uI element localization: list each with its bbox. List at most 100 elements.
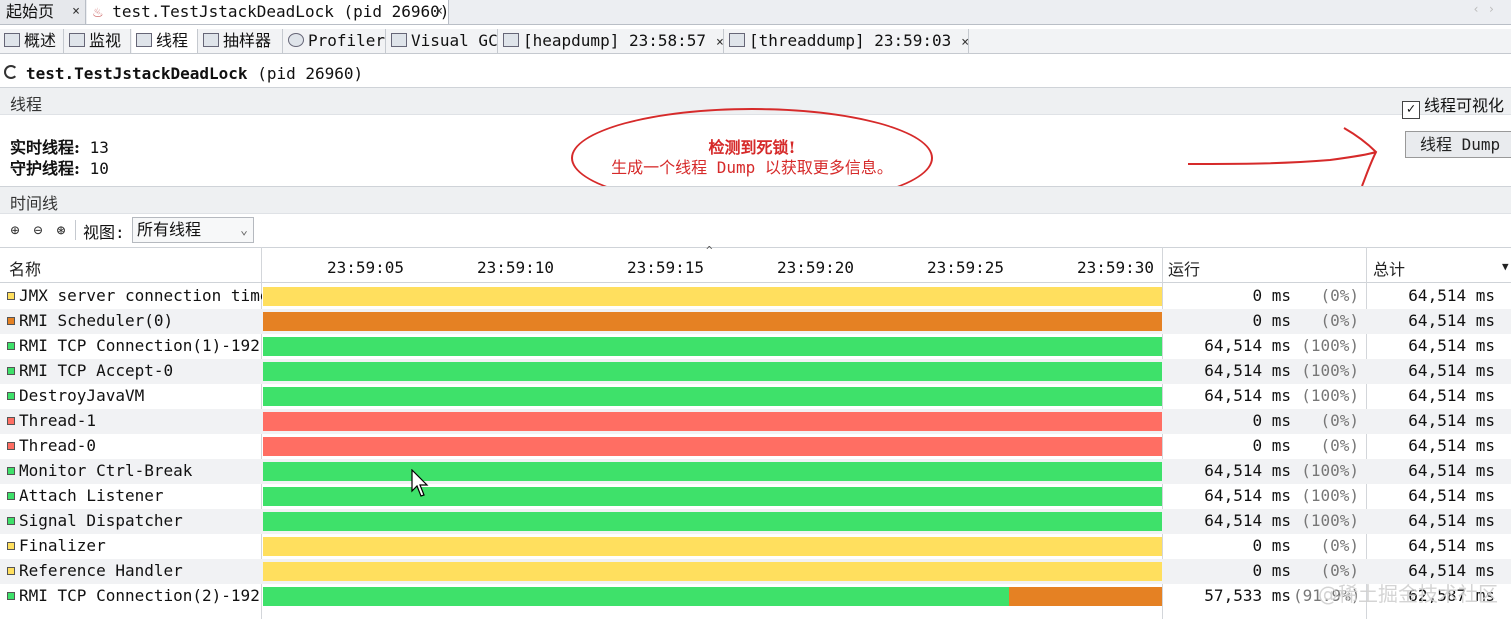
sort-caret-icon[interactable]: ^ [706,244,713,257]
thread-timeline-bar [263,412,1162,431]
page-title: test.TestJstackDeadLock (pid 26960) [4,63,363,85]
table-row[interactable]: Attach Listener 64,514 ms (100%) 64,514 ms [0,484,1511,509]
thread-timeline-bar [263,462,1162,481]
thread-running-time: 64,514 ms [1204,361,1291,380]
view-select[interactable]: 所有线程 ⌄ [132,217,254,243]
tab-threads[interactable]: 线程 [132,29,198,53]
thread-running-time: 57,533 ms [1204,586,1291,605]
thread-state-swatch [7,367,15,375]
process-name: test.TestJstackDeadLock [26,64,248,83]
tab-label: [threaddump] 23:59:03 [749,31,952,50]
table-row[interactable]: RMI TCP Connection(1)-192.168 64,514 ms (1… [0,334,1511,359]
close-icon[interactable]: × [961,35,969,50]
tab-heapdump[interactable]: [heapdump] 23:58:57 × [499,29,724,53]
thread-running-time: 64,514 ms [1204,386,1291,405]
section-title: 线程 [10,95,43,114]
column-header-name[interactable]: 名称 [9,256,41,280]
time-tick: 23:59:10 [477,258,555,277]
visualize-checkbox[interactable]: ✓ 线程可视化 [1402,92,1504,119]
thread-name: RMI TCP Connection(2)-192.168 [19,586,262,605]
table-row[interactable]: RMI TCP Accept-0 64,514 ms (100%) 64,514 ms [0,359,1511,384]
toolbar-divider [75,220,76,240]
thread-timeline-bar [263,437,1162,456]
table-row[interactable]: Signal Dispatcher 64,514 ms (100%) 64,514 m… [0,509,1511,534]
zoom-out-icon[interactable]: ⊖ [30,222,46,238]
timeline-segment [263,412,1162,431]
thread-running-percent: (100%) [1301,386,1359,405]
table-row[interactable]: Thread-0 0 ms (0%) 64,514 ms [0,434,1511,459]
java-icon: ♨ [93,2,103,21]
overview-icon [4,33,20,47]
tab-scroll-arrows-icon[interactable]: ‹› [1473,2,1503,16]
document-tab-bar: 起始页 × ♨ test.TestJstackDeadLock (pid 269… [0,0,1511,25]
thread-running-time: 0 ms [1252,411,1291,430]
thread-state-swatch [7,317,15,325]
thread-timeline-bar [263,287,1162,306]
close-icon[interactable]: × [72,0,80,24]
zoom-fit-icon[interactable]: ⊛ [53,222,69,238]
timeline-segment [263,312,1162,331]
thread-timeline-bar [263,562,1162,581]
thread-total-time: 64,514 ms [1408,461,1495,480]
thread-timeline-bar [263,312,1162,331]
time-tick: 23:59:20 [777,258,855,277]
monitor-icon [69,33,85,47]
tab-process[interactable]: ♨ test.TestJstackDeadLock (pid 26960) × [87,0,449,24]
table-row[interactable]: RMI Scheduler(0) 0 ms (0%) 64,514 ms [0,309,1511,334]
time-tick: 23:59:15 [627,258,705,277]
thread-name: Thread-0 [19,436,97,455]
table-row[interactable]: Finalizer 0 ms (0%) 64,514 ms [0,534,1511,559]
view-tab-bar: 概述 监视 线程 抽样器 Profiler Visual GC [heapdum… [0,29,1511,54]
timeline-segment [263,287,1162,306]
table-row[interactable]: Monitor Ctrl-Break 64,514 ms (100%) 64,514 … [0,459,1511,484]
timeline-segment [263,462,1162,481]
thread-running-percent: (0%) [1320,311,1359,330]
thread-total-time: 64,514 ms [1408,386,1495,405]
tab-overview[interactable]: 概述 [0,29,64,53]
tab-threaddump[interactable]: [threaddump] 23:59:03 × [725,29,969,53]
thread-total-time: 64,514 ms [1408,286,1495,305]
column-menu-icon[interactable]: ▼ [1502,260,1509,273]
daemon-threads-label: 守护线程: [10,159,80,178]
table-row[interactable]: Reference Handler 0 ms (0%) 64,514 ms [0,559,1511,584]
thread-state-swatch [7,292,15,300]
section-title: 时间线 [10,194,59,213]
thread-running-percent: (100%) [1301,361,1359,380]
close-icon[interactable]: × [716,35,724,50]
process-pid: (pid 26960) [257,64,364,83]
time-tick: 23:59:30 [1077,258,1155,277]
table-row[interactable]: JMX server connection timeout 0 ms (0%) 64,… [0,284,1511,309]
deadlock-message: 生成一个线程 Dump 以获取更多信息。 [611,158,893,177]
timeline-segment [1009,587,1162,606]
tab-visual-gc[interactable]: Visual GC [387,29,498,53]
thread-running-time: 64,514 ms [1204,461,1291,480]
tab-sampler[interactable]: 抽样器 [199,29,283,53]
table-header: 名称 23:59:05 23:59:10 23:59:15 23:59:20 2… [0,247,1511,283]
thread-state-swatch [7,417,15,425]
thread-name: Signal Dispatcher [19,511,183,530]
thread-state-swatch [7,442,15,450]
thread-timeline-bar [263,537,1162,556]
timeline-segment [263,562,1162,581]
timeline-segment [263,387,1162,406]
column-header-total[interactable]: 总计 [1373,256,1405,280]
table-row[interactable]: Thread-1 0 ms (0%) 64,514 ms [0,409,1511,434]
column-header-running[interactable]: 运行 [1168,256,1200,280]
thread-state-swatch [7,517,15,525]
tab-profiler[interactable]: Profiler [284,29,386,53]
tab-label: 起始页 [6,2,55,21]
tab-label: test.TestJstackDeadLock (pid 26960) [112,2,450,21]
table-row[interactable]: RMI TCP Connection(2)-192.16857,533 ms(9… [0,584,1511,609]
table-row[interactable]: DestroyJavaVM 64,514 ms (100%) 64,514 ms [0,384,1511,409]
thread-total-time: 64,514 ms [1408,311,1495,330]
timeline-segment [263,362,1162,381]
close-icon[interactable]: × [435,0,443,24]
thread-running-percent: (100%) [1301,486,1359,505]
zoom-in-icon[interactable]: ⊕ [7,222,23,238]
tab-monitor[interactable]: 监视 [65,29,131,53]
thread-total-time: 64,514 ms [1408,436,1495,455]
thread-dump-button[interactable]: 线程 Dump [1405,131,1511,158]
tab-start-page[interactable]: 起始页 × [0,0,86,24]
tab-label: Profiler [308,31,386,50]
thread-running-percent: (100%) [1301,511,1359,530]
